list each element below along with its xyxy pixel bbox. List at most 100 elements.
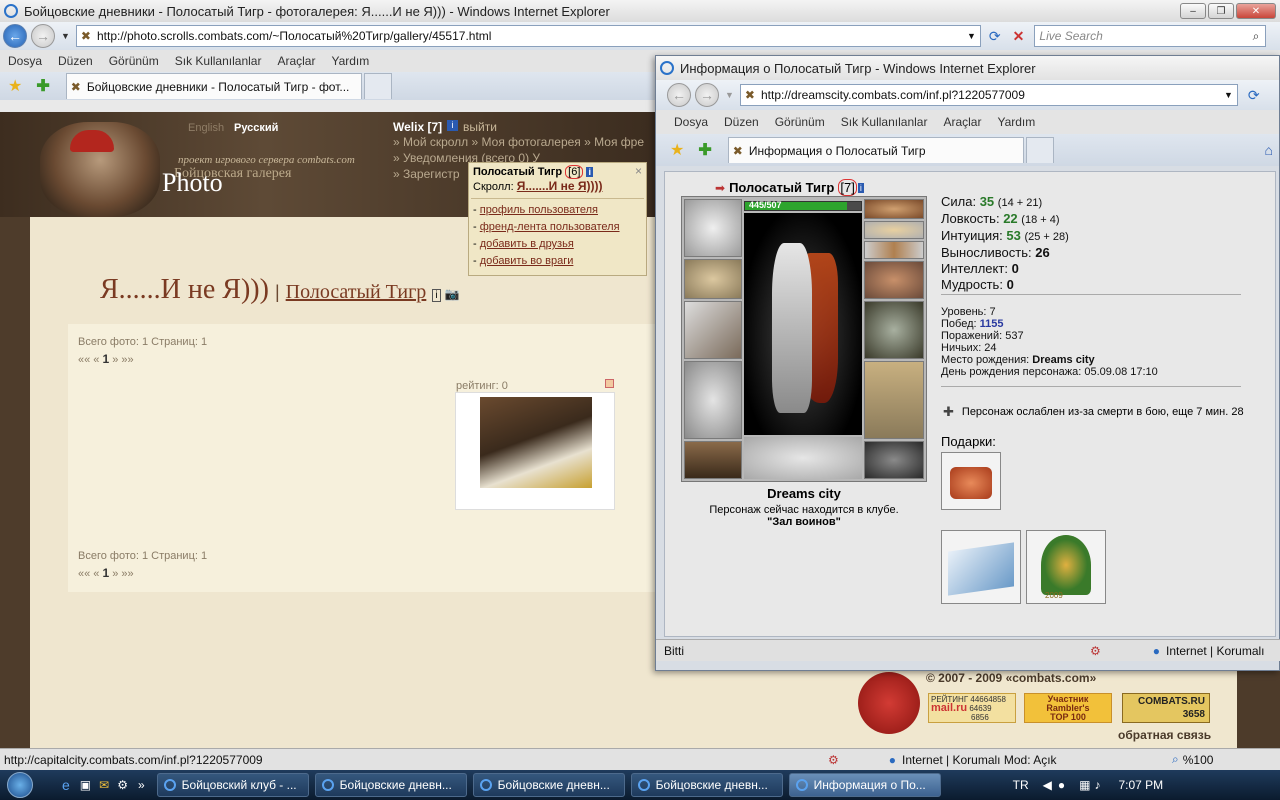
lang-russian-link[interactable]: Русский [234, 122, 278, 134]
info-forward-button[interactable]: → [695, 83, 719, 107]
pager-prev[interactable]: «« « [78, 354, 99, 366]
add-favorite-icon[interactable]: ✚ [36, 76, 49, 96]
popup-friendfeed-link[interactable]: френд-лента пользователя [480, 221, 620, 233]
quicklaunch-ie-icon[interactable]: e [62, 777, 70, 793]
popup-scroll-link[interactable]: Я.......И не Я)))) [517, 179, 603, 193]
pager-prev[interactable]: «« « [78, 568, 99, 580]
rating-icon[interactable] [605, 379, 614, 388]
chevron-down-icon[interactable]: ▼ [967, 31, 976, 41]
info-menu-dosya[interactable]: Dosya [666, 115, 716, 129]
taskbar-item-3[interactable]: Бойцовские дневн... [472, 773, 625, 797]
taskbar-item-1[interactable]: Бойцовский клуб - ... [156, 773, 309, 797]
taskbar-item-4[interactable]: Бойцовские дневн... [630, 773, 783, 797]
ring-slot-top[interactable] [864, 199, 924, 219]
popup-blocker-icon[interactable]: ⚙ [828, 753, 839, 767]
info-add-favorite-icon[interactable]: ✚ [698, 140, 711, 160]
info-chevron-down-icon[interactable]: ▼ [1224, 90, 1233, 100]
info-address-bar[interactable]: ✖ http://dreamscity.combats.com/inf.pl?1… [739, 84, 1238, 106]
zoom-level[interactable]: %100 [1183, 753, 1214, 767]
belt-slot[interactable] [684, 441, 742, 479]
quicklaunch-outlook-icon[interactable]: ✉ [99, 778, 109, 792]
favorites-star-icon[interactable]: ★ [8, 76, 22, 96]
taskbar-item-5[interactable]: Информация о По... [788, 773, 941, 797]
nav-row-1[interactable]: » Мой скролл » Моя фотогалерея » Моя фре [393, 135, 644, 149]
info-menu-yardim[interactable]: Yardım [989, 115, 1043, 129]
taskbar-item-2[interactable]: Бойцовские дневн... [314, 773, 467, 797]
menu-yardim[interactable]: Yardım [323, 54, 377, 68]
start-button[interactable] [0, 770, 40, 800]
gallery-owner-link[interactable]: Полосатый Тигр [286, 281, 427, 304]
gift-tree[interactable]: 2009 [1026, 530, 1106, 604]
info-menu-favorites[interactable]: Sık Kullanılanlar [833, 115, 936, 129]
zoom-icon[interactable]: ⌕ [1172, 752, 1179, 767]
close-button[interactable]: ✕ [1236, 3, 1276, 19]
info-menu-duzen[interactable]: Düzen [716, 115, 767, 129]
helmet-slot[interactable] [684, 199, 742, 257]
popup-add-enemy-link[interactable]: добавить во враги [480, 255, 574, 267]
pants-slot[interactable] [864, 361, 924, 439]
maximize-button[interactable]: ❐ [1208, 3, 1234, 19]
tray-arrow-icon[interactable]: ◀ [1043, 778, 1052, 792]
info-popup-blocker-icon[interactable]: ⚙ [1090, 644, 1101, 658]
new-tab-button[interactable] [363, 73, 392, 99]
gift-medkit[interactable] [941, 452, 1001, 510]
input-language[interactable]: TR [1013, 778, 1029, 792]
rings-slot[interactable] [864, 241, 924, 259]
owner-info-icon[interactable]: i [432, 289, 441, 302]
popup-profile-link[interactable]: профиль пользователя [480, 204, 598, 216]
menu-gorunum[interactable]: Görünüm [101, 54, 167, 68]
tray-network-icon[interactable]: ▦ [1079, 778, 1090, 792]
user-info-icon[interactable]: i [447, 120, 458, 131]
menu-dosya[interactable]: Dosya [0, 54, 50, 68]
refresh-icon[interactable]: ⟳ [989, 28, 1001, 45]
quicklaunch-more-icon[interactable]: » [138, 778, 145, 792]
search-input[interactable]: Live Search ⌕ [1034, 25, 1267, 47]
info-favorites-star-icon[interactable]: ★ [670, 140, 684, 160]
weapon-slot[interactable] [684, 301, 742, 359]
history-dropdown-icon[interactable]: ▼ [61, 31, 70, 41]
boots-slot[interactable] [864, 441, 924, 479]
gift-card[interactable] [941, 530, 1021, 604]
char-info-icon[interactable]: i [857, 182, 864, 193]
tray-panda-icon[interactable]: ● [1058, 778, 1065, 792]
camera-icon[interactable]: 📷 [445, 287, 460, 301]
home-icon[interactable]: ⌂ [1265, 142, 1273, 158]
logged-user[interactable]: Welix [7] [393, 120, 442, 134]
popup-add-friend-link[interactable]: добавить в друзья [480, 238, 574, 250]
photo-thumbnail[interactable] [455, 392, 615, 510]
gloves-slot[interactable] [864, 261, 924, 299]
shield-slot[interactable] [864, 301, 924, 359]
pager-next[interactable]: » »» [112, 354, 133, 366]
amulet-slot[interactable] [864, 221, 924, 239]
menu-duzen[interactable]: Düzen [50, 54, 101, 68]
stop-icon[interactable]: ✕ [1013, 28, 1025, 45]
quicklaunch-app-icon[interactable]: ⚙ [117, 778, 128, 792]
tab-info-page[interactable]: ✖ Информация о Полосатый Тигр [727, 137, 1024, 163]
address-bar[interactable]: ✖ http://photo.scrolls.combats.com/~Поло… [75, 25, 981, 47]
info-history-dropdown-icon[interactable]: ▼ [725, 90, 734, 100]
armor-slot[interactable] [684, 361, 742, 439]
logout-link[interactable]: выйти [463, 120, 497, 134]
info-back-button[interactable]: ← [667, 83, 691, 107]
tray-volume-icon[interactable]: ♪ [1094, 778, 1100, 792]
tab-main-page[interactable]: ✖ Бойцовские дневники - Полосатый Тигр -… [65, 73, 362, 99]
photo-image[interactable] [480, 397, 592, 488]
menu-favorites[interactable]: Sık Kullanılanlar [167, 54, 270, 68]
info-refresh-icon[interactable]: ⟳ [1248, 87, 1260, 104]
counter-rambler[interactable]: Участник Rambler's TOP 100 [1024, 693, 1112, 723]
lang-english-link[interactable]: English [188, 122, 224, 134]
info-menu-araclar[interactable]: Araçlar [935, 115, 989, 129]
minimize-button[interactable]: – [1180, 3, 1206, 19]
info-new-tab-button[interactable] [1025, 137, 1054, 163]
counter-mailru[interactable]: РЕЙТИНГ 44664858 mail.ru 64639 6856 [928, 693, 1016, 723]
info-menu-gorunum[interactable]: Görünüm [767, 115, 833, 129]
popup-info-icon[interactable]: i [586, 167, 593, 177]
bracers-slot[interactable] [684, 259, 742, 299]
forward-button[interactable]: → [31, 24, 55, 48]
pager-next[interactable]: » »» [112, 568, 133, 580]
popup-close-icon[interactable]: × [635, 164, 642, 178]
back-button[interactable]: ← [3, 24, 27, 48]
menu-araclar[interactable]: Araçlar [269, 54, 323, 68]
quicklaunch-desktop-icon[interactable]: ▣ [80, 778, 91, 792]
counter-combats[interactable]: COMBATS.RU 3658 [1122, 693, 1210, 723]
